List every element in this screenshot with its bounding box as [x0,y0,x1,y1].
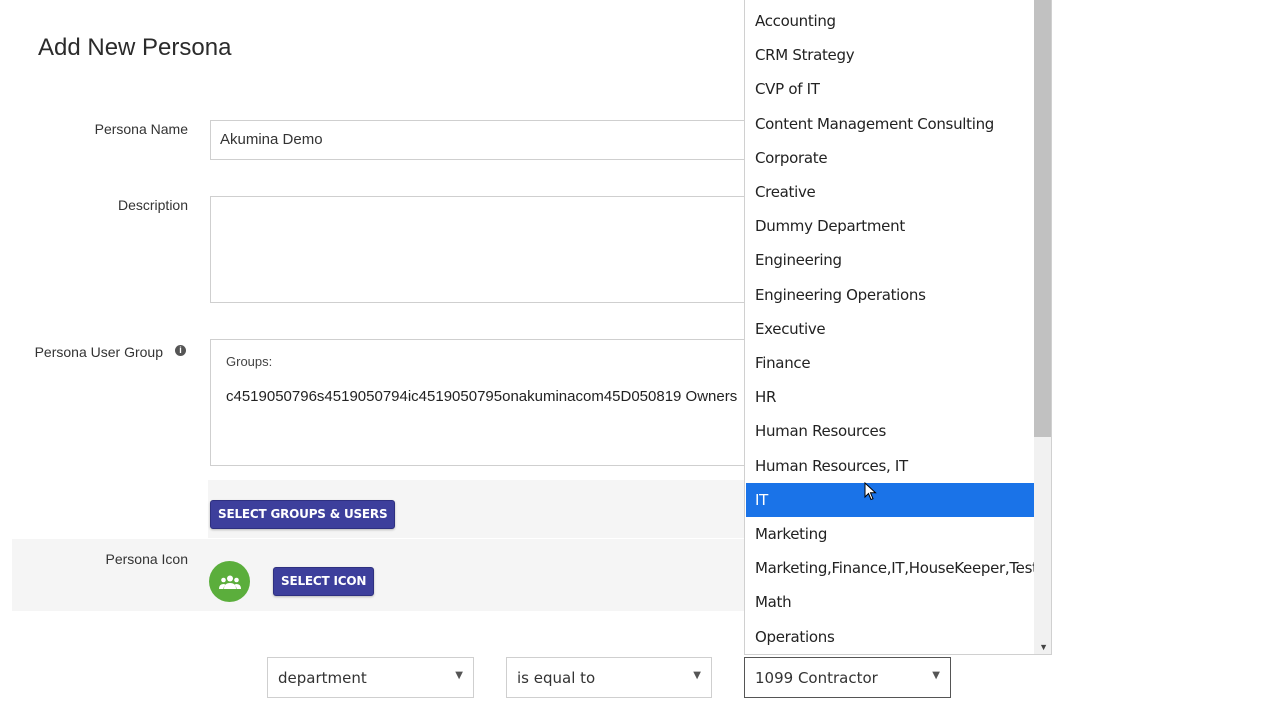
groups-label: Groups: [226,354,273,369]
value-select[interactable]: 1099 Contractor ▼ [744,657,951,698]
dropdown-option[interactable]: Finance [746,346,1035,380]
chevron-down-icon: ▼ [455,670,463,681]
info-icon[interactable]: i [175,345,186,356]
dropdown-option[interactable]: Accounting [746,4,1035,38]
dropdown-option[interactable]: Marketing [746,517,1035,551]
select-groups-users-button[interactable]: SELECT GROUPS & USERS [210,500,396,529]
description-textarea[interactable] [210,196,770,303]
dropdown-scrollbar-thumb[interactable] [1034,0,1051,437]
select-icon-button[interactable]: SELECT ICON [273,567,375,596]
dropdown-option[interactable]: Human Resources, IT [746,449,1035,483]
persona-icon-band [12,539,748,611]
operator-select-value: is equal to [517,669,596,687]
value-select-value: 1099 Contractor [755,669,878,687]
user-group-box: Groups: c4519050796s4519050794ic45190507… [210,339,770,466]
dropdown-option[interactable]: Engineering [746,243,1035,277]
dropdown-option[interactable]: Engineering Operations [746,278,1035,312]
dropdown-option[interactable]: HR [746,380,1035,414]
dropdown-option[interactable]: Dummy Department [746,209,1035,243]
dropdown-option[interactable]: CRM Strategy [746,38,1035,72]
persona-icon-label: Persona Icon [105,551,189,567]
value-dropdown-list[interactable]: Accounting CRM Strategy CVP of IT Conten… [744,0,1052,655]
chevron-down-icon: ▼ [932,670,940,681]
description-label: Description [117,197,188,213]
dropdown-option-highlighted[interactable]: IT [746,483,1035,517]
mouse-cursor-icon [864,482,877,501]
dropdown-option[interactable]: Executive [746,312,1035,346]
chevron-down-icon: ▼ [693,670,701,681]
page-title: Add New Persona [38,34,232,61]
dropdown-option[interactable]: Math [746,585,1035,619]
field-select-value: department [278,669,367,687]
persona-name-label: Persona Name [94,121,188,137]
groups-value: c4519050796s4519050794ic4519050795onakum… [226,388,738,405]
dropdown-option[interactable]: Human Resources [746,414,1035,448]
persona-group-icon [209,561,250,602]
operator-select[interactable]: is equal to ▼ [506,657,712,698]
persona-name-input[interactable]: Akumina Demo [210,120,770,160]
field-select[interactable]: department ▼ [267,657,474,698]
user-group-label: Persona User Group [34,344,163,360]
scroll-down-arrow-icon[interactable]: ▼ [1039,642,1048,652]
dropdown-option[interactable]: Corporate [746,141,1035,175]
dropdown-option[interactable]: Creative [746,175,1035,209]
dropdown-scrollbar[interactable]: ▼ [1034,0,1051,654]
dropdown-option[interactable]: CVP of IT [746,72,1035,106]
dropdown-option[interactable]: Content Management Consulting [746,107,1035,141]
group-icon [218,575,241,589]
dropdown-option[interactable]: Operations [746,620,1035,654]
dropdown-option[interactable]: Marketing,Finance,IT,HouseKeeper,Test [746,551,1035,585]
